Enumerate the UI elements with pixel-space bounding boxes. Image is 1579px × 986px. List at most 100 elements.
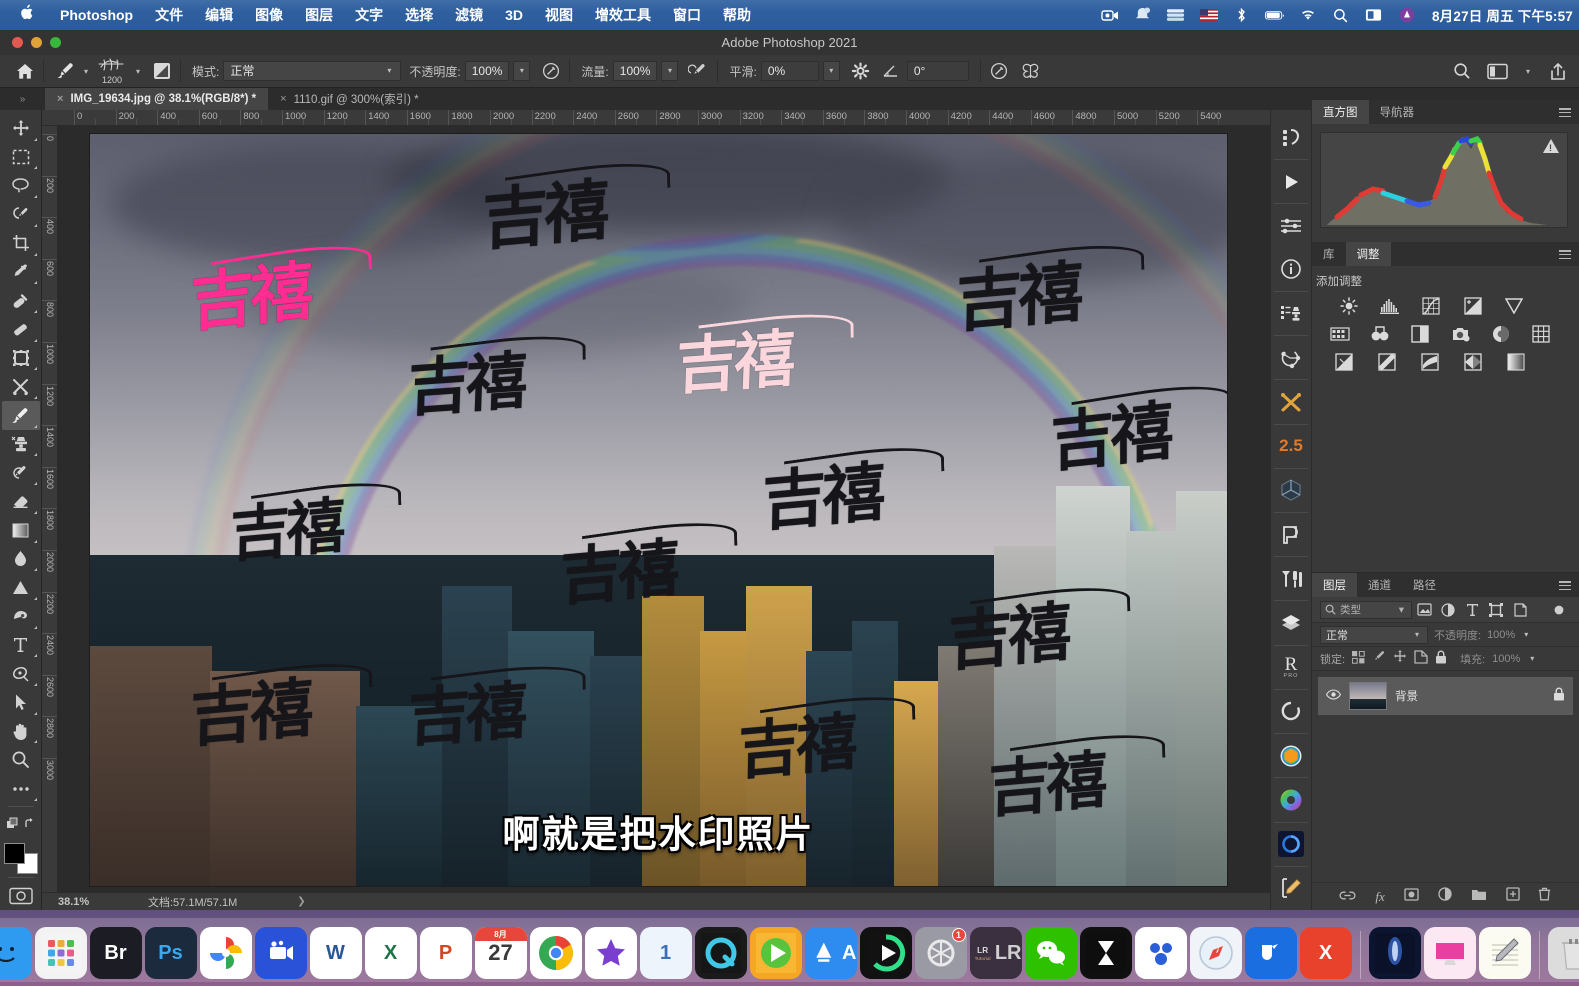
dock-item-onenote-1[interactable]: 1 xyxy=(639,927,692,979)
dock-item-microsoft-powerpoint[interactable]: P xyxy=(419,927,472,979)
dock-item-microsoft-excel[interactable]: X xyxy=(364,927,417,979)
selective-color-icon[interactable] xyxy=(1453,351,1492,373)
dock-item-xmind[interactable]: X xyxy=(1299,927,1352,979)
angle-icon[interactable] xyxy=(880,60,902,82)
opacity-chevron[interactable]: ▾ xyxy=(513,61,531,81)
tab-paths[interactable]: 路径 xyxy=(1402,573,1447,597)
table-row[interactable]: 背景 xyxy=(1318,677,1573,715)
move-tool-icon[interactable] xyxy=(2,114,40,143)
menu-item-image[interactable]: 图像 xyxy=(244,0,294,30)
horizontal-ruler[interactable]: 0 200 400 600 800 1000 1200 1400 1600 1800 2000 220… xyxy=(42,110,1270,126)
type-tool-icon[interactable] xyxy=(2,631,40,660)
scissors-tool-icon[interactable] xyxy=(2,372,40,401)
color-lookup-icon[interactable] xyxy=(1523,323,1559,345)
layer-opacity-value[interactable]: 100% xyxy=(1487,629,1515,641)
posterize-icon[interactable] xyxy=(1367,351,1406,373)
filter-shape-icon[interactable] xyxy=(1484,600,1508,620)
paths-node-icon[interactable] xyxy=(1271,336,1311,379)
hue-saturation-icon[interactable] xyxy=(1322,323,1358,345)
tab-scroll-icon[interactable]: » xyxy=(0,88,45,110)
tab-histogram[interactable]: 直方图 xyxy=(1312,100,1369,124)
fill-value[interactable]: 100% xyxy=(1492,653,1520,665)
dock-item-screen-capture[interactable] xyxy=(254,927,307,979)
home-icon[interactable] xyxy=(14,60,36,82)
gear-icon[interactable] xyxy=(850,60,872,82)
search-icon[interactable] xyxy=(1331,6,1351,24)
cube-3d-icon[interactable] xyxy=(1271,469,1311,512)
menu-item-layer[interactable]: 图层 xyxy=(294,0,344,30)
quick-selection-tool-icon[interactable] xyxy=(2,200,40,229)
pressure-opacity-icon[interactable] xyxy=(540,60,562,82)
frame-tool-icon[interactable] xyxy=(2,344,40,373)
photo-filter-icon[interactable] xyxy=(1443,323,1479,345)
chevron-down-icon[interactable]: ▾ xyxy=(1412,630,1422,639)
airbrush-icon[interactable] xyxy=(688,60,710,82)
dock-item-hourglass-app[interactable] xyxy=(1079,927,1132,979)
menu-item-help[interactable]: 帮助 xyxy=(712,0,762,30)
filter-smart-object-icon[interactable] xyxy=(1508,600,1532,620)
dock-item-adobe-bridge[interactable]: Br xyxy=(89,927,142,979)
vertical-ruler[interactable]: 0 200 400 600 800 1000 1200 1400 1600 1800 2000 220… xyxy=(42,126,58,892)
lock-transparent-icon[interactable] xyxy=(1351,650,1365,667)
dock-item-microsoft-word[interactable]: W xyxy=(309,927,362,979)
panel-menu-icon[interactable] xyxy=(1559,108,1571,117)
exposure-icon[interactable] xyxy=(1454,295,1491,317)
invert-icon[interactable] xyxy=(1324,351,1363,373)
raya-pro-icon[interactable]: R PRO xyxy=(1271,646,1311,689)
dock-item-star-app[interactable] xyxy=(584,927,637,979)
keyboard-layers-icon[interactable] xyxy=(1166,6,1186,24)
dock-item-trash[interactable] xyxy=(1547,927,1579,979)
actions-stamp-icon[interactable] xyxy=(1271,292,1311,335)
gradient-map-icon[interactable] xyxy=(1496,351,1535,373)
foreground-color-swatch[interactable] xyxy=(3,842,25,864)
document-tab-active[interactable]: × IMG_19634.jpg @ 38.1%(RGB/8*) * xyxy=(45,88,269,110)
dock-item-iina-player[interactable] xyxy=(749,927,802,979)
dock-item-quicktime-q[interactable] xyxy=(694,927,747,979)
smoothing-chevron[interactable]: ▾ xyxy=(822,61,840,81)
eyedropper-tool-icon[interactable] xyxy=(2,258,40,287)
dock-item-video-player-green[interactable] xyxy=(859,927,912,979)
display-icon[interactable] xyxy=(1364,6,1384,24)
version-label[interactable]: 2.5 xyxy=(1271,425,1311,468)
lock-artboard-icon[interactable] xyxy=(1414,650,1428,667)
panel-menu-icon[interactable] xyxy=(1559,250,1571,259)
fill-chevron-icon[interactable]: ▾ xyxy=(1527,654,1537,663)
zoom-level[interactable]: 38.1% xyxy=(42,896,120,908)
search-icon[interactable] xyxy=(1451,60,1473,82)
dock-item-baidu-netdisk[interactable] xyxy=(1134,927,1187,979)
opacity-chevron-icon[interactable]: ▾ xyxy=(1521,630,1531,639)
minimize-button[interactable] xyxy=(31,37,42,48)
chevron-down-icon[interactable]: ▾ xyxy=(1396,604,1407,616)
delete-layer-icon[interactable] xyxy=(1538,887,1551,906)
crop-tool-icon[interactable] xyxy=(2,229,40,258)
play-icon[interactable] xyxy=(1271,160,1311,203)
color-swatches[interactable] xyxy=(3,842,38,875)
chevron-down-icon[interactable]: ▾ xyxy=(1523,67,1533,76)
layer-filter-kind-select[interactable]: 类型 ▾ xyxy=(1320,600,1412,619)
gradient-tool-icon[interactable] xyxy=(2,516,40,545)
history-brush-tool-icon[interactable] xyxy=(2,458,40,487)
chevron-down-icon[interactable]: ▾ xyxy=(384,62,394,80)
mode-select[interactable]: 正常 ▾ xyxy=(223,61,402,81)
angle-input[interactable]: 0° xyxy=(906,61,969,81)
document-size-info[interactable]: 文档:57.1M/57.1M xyxy=(120,894,237,910)
flow-input[interactable]: 100% xyxy=(612,61,658,81)
channel-mixer-icon[interactable] xyxy=(1483,323,1519,345)
dock-item-lightroom-tutorial[interactable]: LR Tutorial LR xyxy=(969,927,1022,979)
hand-tool-icon[interactable] xyxy=(2,717,40,746)
menu-item-edit[interactable]: 编辑 xyxy=(194,0,244,30)
layer-stack-icon[interactable] xyxy=(1271,601,1311,644)
zoom-tool-icon[interactable] xyxy=(2,745,40,774)
pencil-tool-icon[interactable] xyxy=(1271,867,1311,910)
dock-item-dark-artwork[interactable] xyxy=(1368,927,1421,979)
pressure-size-icon[interactable] xyxy=(988,60,1010,82)
levels-icon[interactable] xyxy=(1371,295,1408,317)
brush-tool-icon[interactable] xyxy=(55,60,77,82)
path-selection-ellipse-icon[interactable] xyxy=(2,659,40,688)
menu-item-select[interactable]: 选择 xyxy=(394,0,444,30)
zoom-button[interactable] xyxy=(50,37,61,48)
battery-icon[interactable] xyxy=(1265,6,1285,24)
menu-item-file[interactable]: 文件 xyxy=(144,0,194,30)
brush-preset-chevron[interactable]: ▾ xyxy=(129,67,147,76)
color-orange-icon[interactable] xyxy=(1271,734,1311,777)
